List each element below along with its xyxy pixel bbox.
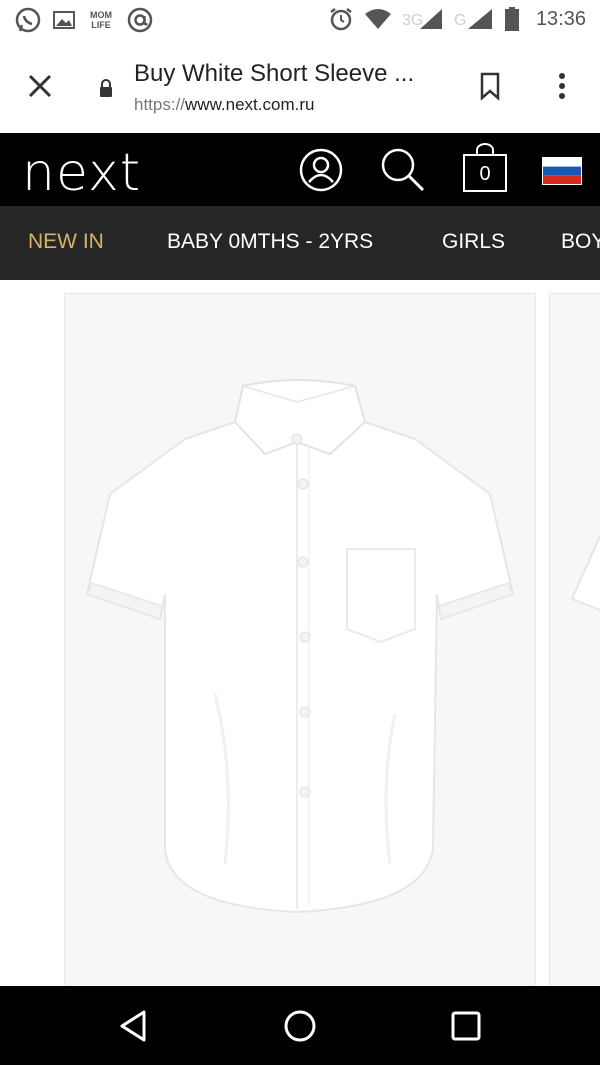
nav-item-girls[interactable]: GIRLS	[442, 230, 505, 254]
back-icon[interactable]	[114, 1006, 154, 1046]
bookmark-icon[interactable]	[474, 70, 506, 102]
page-title: Buy White Short Sleeve ...	[134, 60, 415, 87]
search-icon[interactable]	[378, 145, 426, 193]
white-shirt-image	[85, 379, 515, 914]
more-options-icon[interactable]	[546, 70, 578, 102]
product-image-next[interactable]	[549, 293, 600, 986]
url-host: www.next.com.ru	[185, 95, 315, 114]
whatsapp-icon	[15, 7, 41, 33]
product-image-main[interactable]	[64, 293, 536, 986]
bag-count: 0	[479, 163, 491, 185]
recents-icon[interactable]	[446, 1006, 486, 1046]
status-bar: MOM LIFE 3G G 13:36	[0, 0, 600, 40]
gallery-icon	[53, 11, 75, 29]
account-icon[interactable]	[298, 147, 344, 193]
battery-icon	[504, 7, 519, 31]
nav-item-boys[interactable]: BOYS	[561, 230, 600, 254]
alarm-icon	[330, 8, 352, 31]
signal-3g-icon: 3G	[402, 9, 442, 29]
russia-flag-icon[interactable]	[542, 157, 582, 185]
product-gallery	[0, 280, 600, 986]
mom-life-text: MOM LIFE	[90, 10, 112, 30]
category-nav: NEW IN BABY 0MTHS - 2YRS GIRLS BOYS	[0, 206, 600, 280]
site-logo[interactable]: next	[22, 143, 141, 203]
url-protocol: https://	[134, 95, 186, 114]
nav-item-new-in[interactable]: NEW IN	[28, 230, 104, 254]
lock-icon	[100, 79, 112, 97]
browser-toolbar: Buy White Short Sleeve ... https://www.n…	[0, 40, 600, 134]
nav-item-baby[interactable]: BABY 0MTHS - 2YRS	[167, 230, 373, 254]
close-icon[interactable]	[24, 70, 56, 102]
system-nav-bar	[0, 986, 600, 1065]
home-icon[interactable]	[280, 1006, 320, 1046]
mom-life-icon: MOM LIFE	[86, 10, 116, 30]
url-text[interactable]: https://www.next.com.ru	[134, 95, 314, 115]
shirt-sleeve-image	[570, 533, 600, 612]
wifi-icon	[364, 9, 391, 29]
svg-text:G: G	[454, 12, 466, 29]
shopping-bag-button[interactable]: 0	[460, 143, 510, 195]
signal-icon: G	[454, 9, 492, 29]
at-icon	[127, 7, 153, 33]
site-header: next 0	[0, 133, 600, 206]
svg-text:3G: 3G	[402, 12, 423, 29]
clock: 13:36	[535, 7, 586, 30]
